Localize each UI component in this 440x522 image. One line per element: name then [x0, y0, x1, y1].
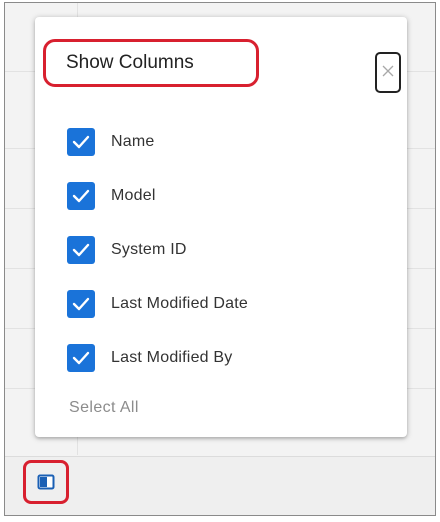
column-option-name[interactable]: Name [67, 127, 154, 157]
column-option-label: Last Modified Date [111, 295, 249, 312]
checkbox-last-modified-date[interactable] [67, 290, 95, 318]
checkbox-model[interactable] [67, 182, 95, 210]
close-icon [382, 64, 394, 82]
checkbox-name[interactable] [67, 128, 95, 156]
column-option-last-modified-by[interactable]: Last Modified By [67, 343, 232, 373]
column-option-label: Name [111, 133, 155, 150]
column-option-last-modified-date[interactable]: Last Modified Date [67, 289, 248, 319]
checkmark-icon [72, 351, 90, 365]
table-footer [5, 456, 435, 515]
popover-title: Show Columns [66, 52, 194, 73]
checkmark-icon [72, 297, 90, 311]
column-option-system-id[interactable]: System ID [67, 235, 187, 265]
checkmark-icon [72, 135, 90, 149]
select-all-button[interactable]: Select All [69, 399, 139, 417]
columns-icon [37, 474, 55, 490]
column-option-label: Model [111, 187, 156, 204]
checkmark-icon [72, 243, 90, 257]
close-button[interactable] [375, 52, 401, 93]
checkbox-last-modified-by[interactable] [67, 344, 95, 372]
column-option-label: System ID [111, 241, 187, 258]
columns-toggle-button[interactable] [23, 460, 69, 504]
popover-title-box: Show Columns [43, 39, 259, 87]
checkbox-system-id[interactable] [67, 236, 95, 264]
show-columns-popover: Show Columns Name Model System ID Last M… [35, 17, 407, 437]
checkmark-icon [72, 189, 90, 203]
column-option-label: Last Modified By [111, 349, 233, 366]
column-option-model[interactable]: Model [67, 181, 156, 211]
